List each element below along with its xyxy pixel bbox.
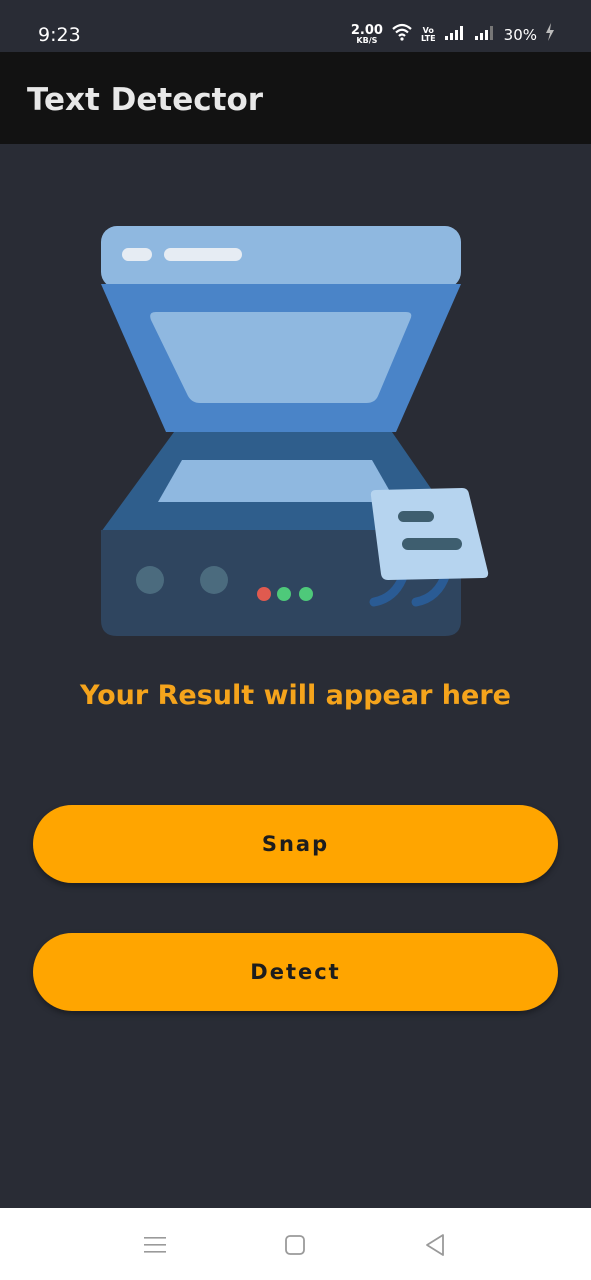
signal-icon — [444, 24, 466, 45]
scanner-illustration — [96, 222, 496, 642]
status-time: 9:23 — [38, 24, 81, 46]
result-placeholder-text: Your Result will appear here — [80, 680, 511, 711]
volte-bottom: LTE — [420, 33, 436, 43]
screen: 9:23 2.00 KB/S Vo LTE 30% Text Detector … — [0, 0, 591, 1280]
app-bar: Text Detector — [0, 52, 591, 144]
charging-icon — [545, 23, 555, 46]
status-icons: 2.00 KB/S Vo LTE 30% — [351, 23, 555, 46]
network-speed-unit: KB/S — [356, 36, 378, 45]
home-icon[interactable] — [280, 1230, 310, 1260]
network-speed: 2.00 KB/S — [351, 24, 383, 45]
app-title: Text Detector — [27, 82, 264, 118]
wifi-icon — [391, 23, 413, 46]
battery-percent: 30% — [503, 25, 537, 44]
volte-indicator: Vo LTE — [420, 26, 436, 43]
back-icon[interactable] — [420, 1230, 450, 1260]
system-nav-bar — [0, 1208, 591, 1280]
snap-button[interactable]: Snap — [33, 805, 558, 883]
menu-icon[interactable] — [140, 1230, 170, 1260]
detect-button[interactable]: Detect — [33, 933, 558, 1011]
signal-icon-2 — [474, 24, 496, 45]
status-bar: 9:23 2.00 KB/S Vo LTE 30% — [0, 0, 591, 52]
